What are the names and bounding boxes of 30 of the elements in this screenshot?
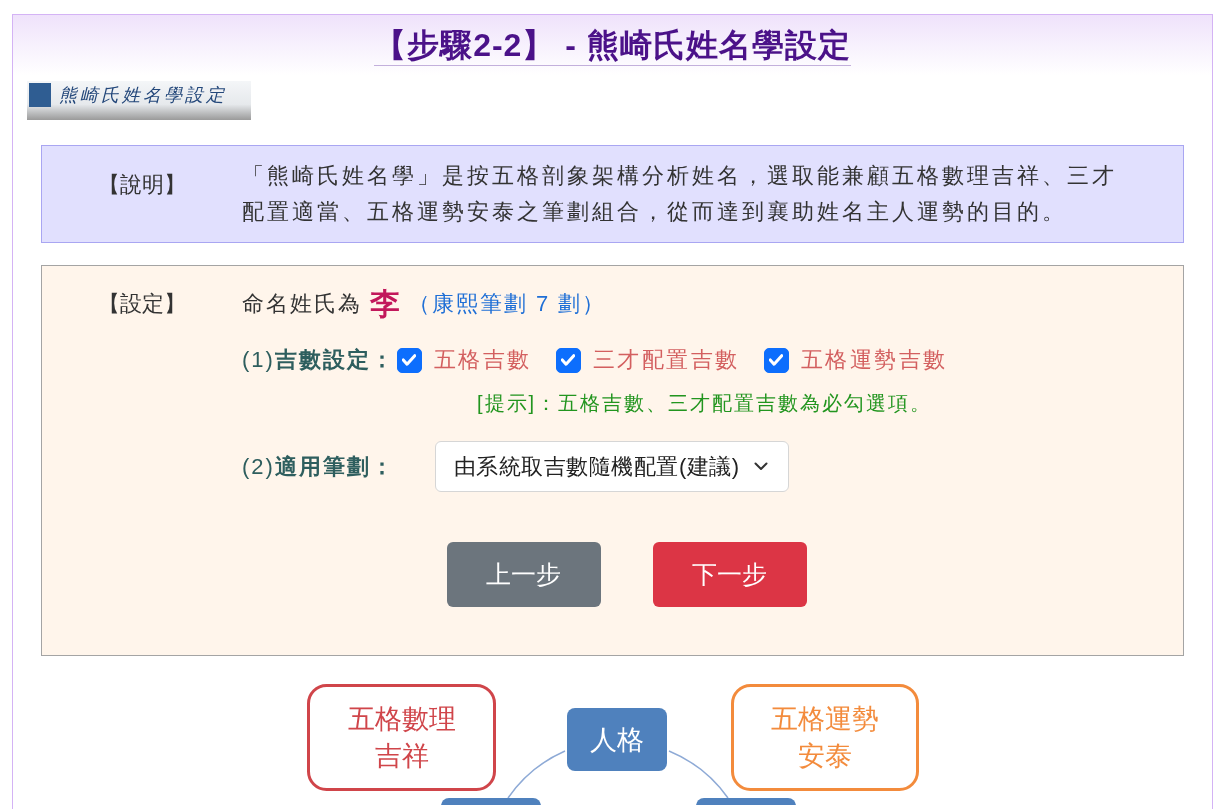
connector-line xyxy=(667,750,729,799)
page-title: 【步驟2-2】 - 熊崎氏姓名學設定 xyxy=(374,27,851,66)
diagram-node: 五格運勢 安泰 xyxy=(730,684,919,791)
checkbox[interactable] xyxy=(396,347,422,373)
field-label: (2)適用筆劃： xyxy=(242,452,395,481)
description-text: 「熊崎氏姓名學」是按五格剖象架構分析姓名，選取能兼顧五格數理吉祥、三才配置適當、五格運勢安泰之筆劃組合，從而達到襄助姓名主人運勢的目的。 xyxy=(242,162,1118,226)
strokes-dropdown[interactable]: 由系統取吉數隨機配置(建議) xyxy=(434,441,789,492)
field-label: (1)吉數設定： xyxy=(242,346,395,374)
diagram-node: 五格數理 吉祥 xyxy=(306,684,496,791)
square-icon xyxy=(29,83,51,107)
check-icon xyxy=(769,354,784,366)
diagram-node: 人格 xyxy=(566,708,667,771)
checkbox-label[interactable]: 五格運勢吉數 xyxy=(800,345,948,375)
check-icon xyxy=(402,354,417,366)
connector-line xyxy=(506,750,566,799)
back-button[interactable]: 上一步 xyxy=(446,542,601,607)
checkbox-label[interactable]: 五格吉數 xyxy=(433,345,532,375)
checkbox-label[interactable]: 三才配置吉數 xyxy=(592,345,740,375)
surname-text: 李 xyxy=(370,285,400,322)
section-label: 【設定】 xyxy=(98,290,186,318)
banner-text: 熊崎氏姓名學設定 xyxy=(59,83,227,107)
check-icon xyxy=(561,354,576,366)
section-label: 【說明】 xyxy=(98,171,186,199)
hint-text: [提示]：五格吉數、三才配置吉數為必勾選項。 xyxy=(477,391,933,416)
strokes-note: （康熙筆劃 7 劃） xyxy=(408,290,607,318)
checkbox[interactable] xyxy=(763,347,789,373)
checkbox[interactable] xyxy=(555,347,581,373)
chevron-down-icon xyxy=(753,462,768,471)
surname-label: 命名姓氏為 xyxy=(242,290,362,318)
next-button[interactable]: 下一步 xyxy=(652,542,807,607)
